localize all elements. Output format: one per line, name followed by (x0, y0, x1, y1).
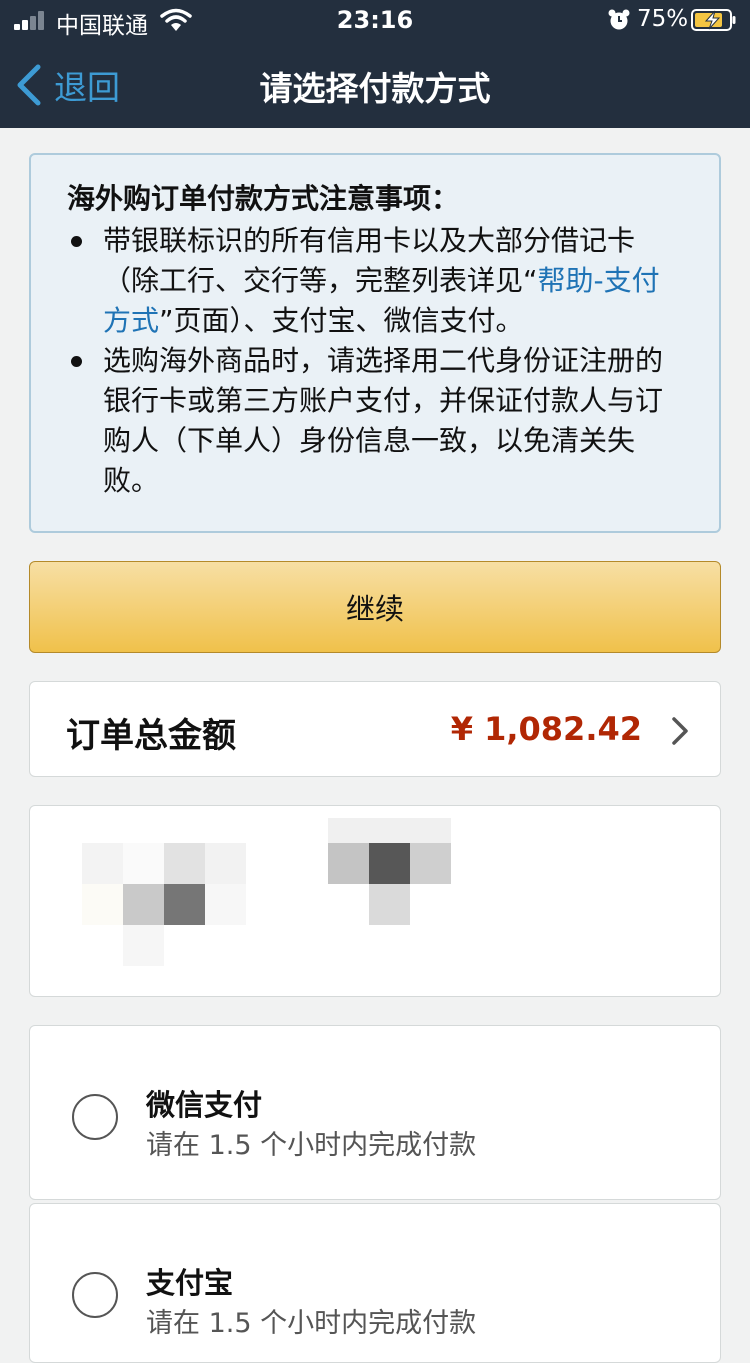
notice-item-tail: ”页面）、支付宝、微信支付。 (159, 304, 524, 337)
notice-item: 带银联标识的所有信用卡以及大部分借记卡（除工行、交行等，完整列表详见“帮助-支付… (67, 221, 683, 341)
payment-name: 支付宝 (146, 1266, 234, 1300)
order-total-amount: ¥ 1,082.42 (450, 710, 642, 748)
radio-button[interactable] (72, 1272, 118, 1318)
battery-charging-icon (691, 9, 736, 31)
bullet-icon (71, 356, 82, 367)
page-title: 请选择付款方式 (259, 69, 491, 108)
payment-option-alipay[interactable]: 支付宝 请在 1.5 个小时内完成付款 (29, 1203, 721, 1363)
radio-button[interactable] (72, 1094, 118, 1140)
battery-percent: 75% (637, 6, 689, 32)
nav-bar: 退回 请选择付款方式 (0, 42, 750, 128)
order-total-row[interactable]: 订单总金额 ¥ 1,082.42 (29, 681, 721, 777)
chevron-right-icon (672, 717, 688, 745)
payment-note: 请在 1.5 个小时内完成付款 (146, 1308, 477, 1339)
bullet-icon (71, 236, 82, 247)
continue-button[interactable]: 继续 (29, 561, 721, 653)
status-bar: 中国联通 23:16 75% (0, 0, 750, 42)
notice-title: 海外购订单付款方式注意事项： (67, 182, 460, 215)
payment-name: 微信支付 (146, 1088, 263, 1122)
alarm-icon (608, 9, 630, 30)
payment-note: 请在 1.5 个小时内完成付款 (146, 1130, 477, 1161)
notice-item: 选购海外商品时，请选择用二代身份证注册的银行卡或第三方账户支付，并保证付款人与订… (67, 341, 683, 501)
notice-box: 海外购订单付款方式注意事项： 带银联标识的所有信用卡以及大部分借记卡（除工行、交… (29, 153, 721, 533)
notice-item-text: 选购海外商品时，请选择用二代身份证注册的银行卡或第三方账户支付，并保证付款人与订… (103, 344, 664, 497)
top-bar: 中国联通 23:16 75% 退回 请选择付款方式 (0, 0, 750, 128)
payment-option-wechat[interactable]: 微信支付 请在 1.5 个小时内完成付款 (29, 1025, 721, 1200)
order-total-label: 订单总金额 (66, 716, 236, 756)
redacted-payment-card[interactable] (29, 805, 721, 997)
